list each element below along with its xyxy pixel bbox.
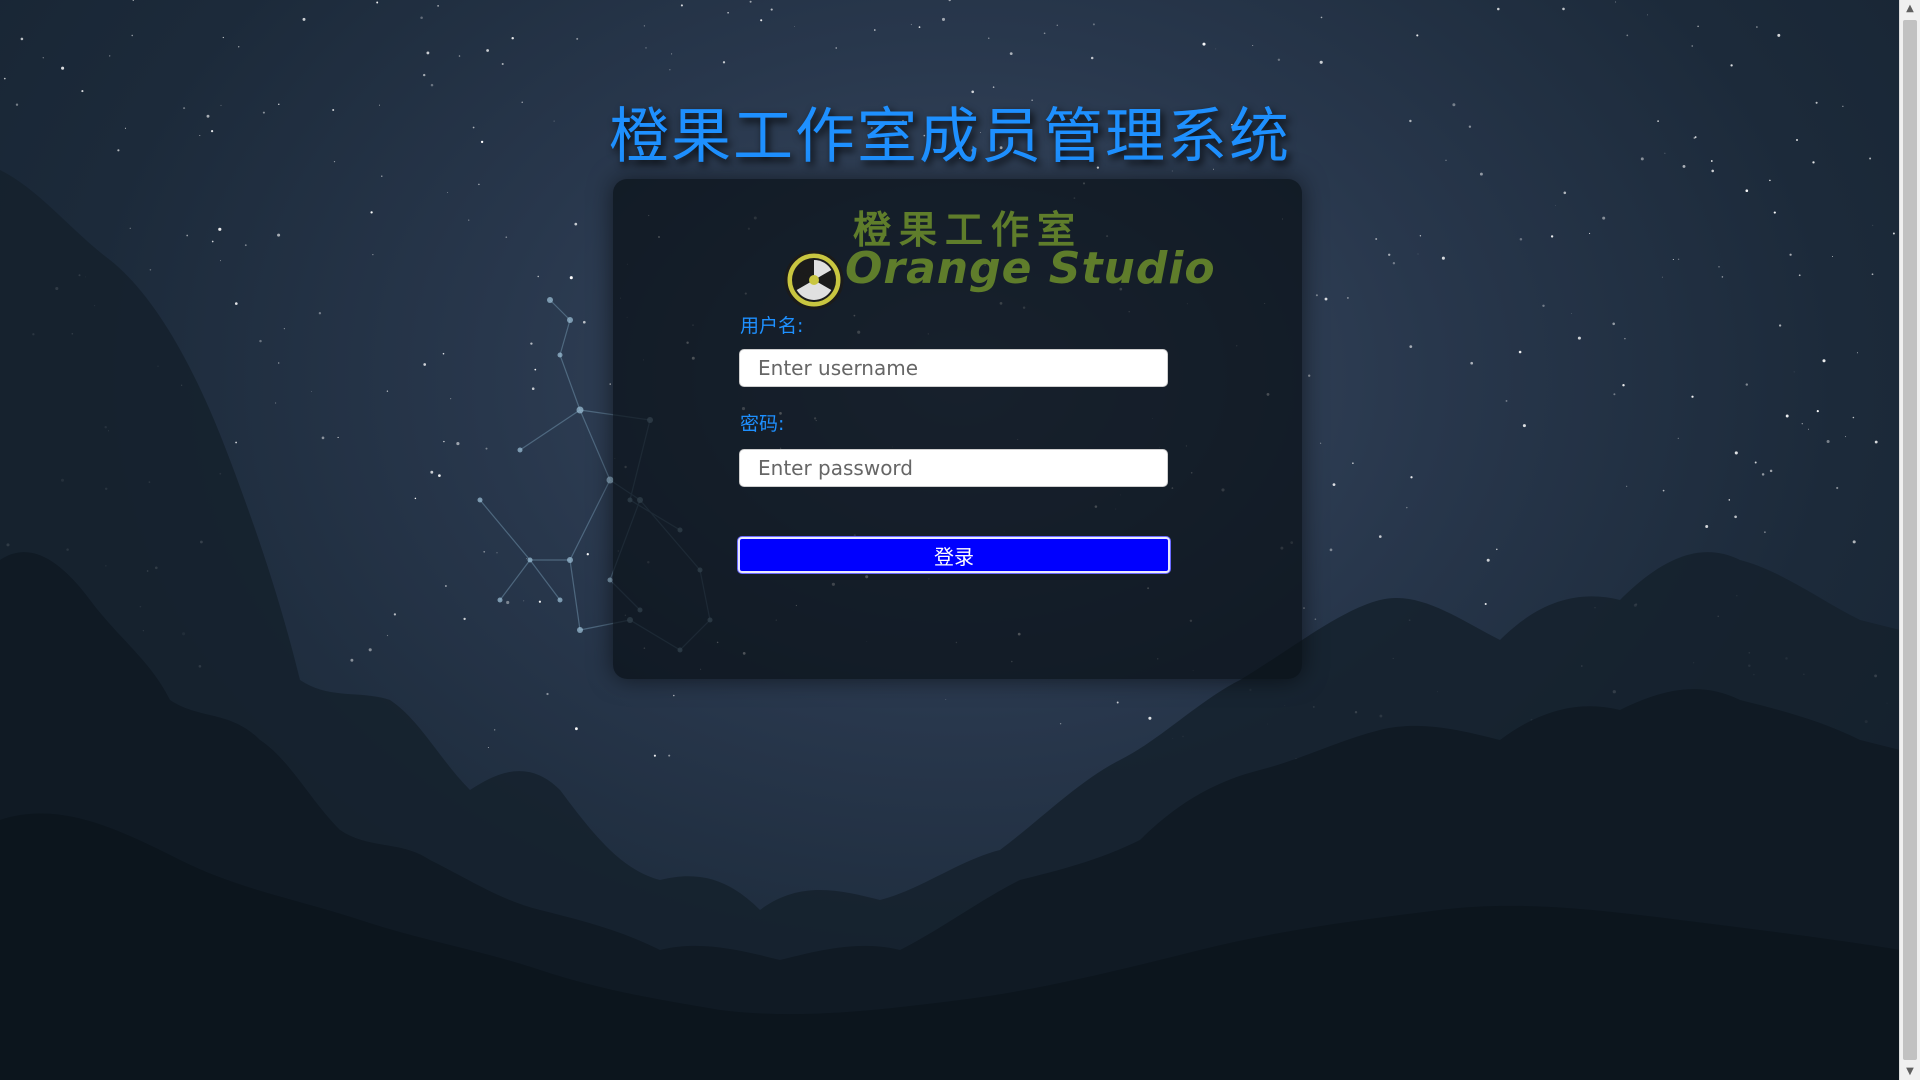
vertical-scrollbar[interactable]: ▲ ▼ — [1899, 0, 1920, 1080]
radiation-icon — [784, 250, 844, 310]
studio-logo: 橙果工作室 Orange Studio — [783, 199, 1215, 310]
page-title: 橙果工作室成员管理系统 — [609, 102, 1291, 172]
password-label: 密码: — [740, 413, 785, 435]
login-card: 橙果工作室 Orange Studio 用户名: 密码: 登录 — [613, 179, 1302, 679]
scrollbar-thumb[interactable] — [1903, 20, 1917, 1060]
username-label: 用户名: — [740, 315, 804, 337]
logo-english-text: Orange Studio — [845, 243, 1216, 294]
login-button[interactable]: 登录 — [738, 537, 1170, 573]
password-input[interactable] — [739, 449, 1168, 487]
username-input[interactable] — [739, 349, 1168, 387]
scroll-up-arrow-icon[interactable]: ▲ — [1900, 0, 1920, 17]
login-page: 橙果工作室成员管理系统 橙果工作室 Orange Studio 用户名: 密码:… — [0, 0, 1920, 1080]
scroll-down-arrow-icon[interactable]: ▼ — [1900, 1063, 1920, 1080]
